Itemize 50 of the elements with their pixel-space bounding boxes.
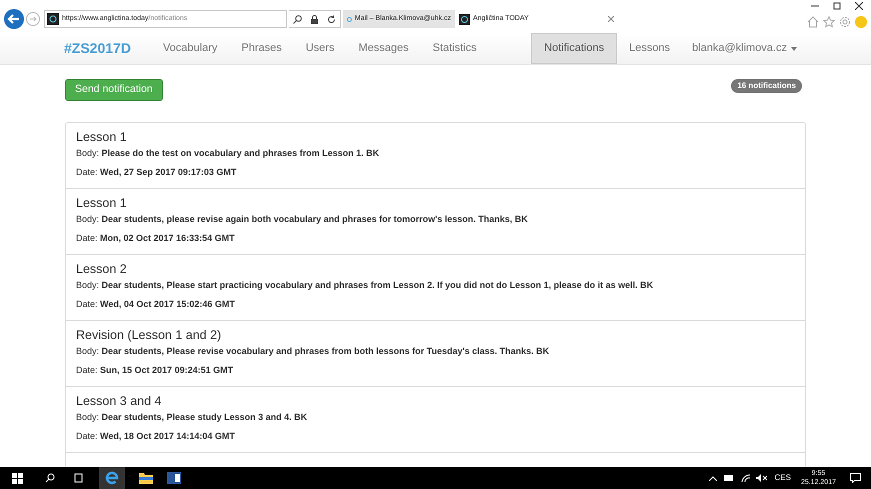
windows-start-icon[interactable] — [12, 472, 23, 484]
notification-body: Body: Dear students, Please start practicing vocabulary and phrases from Lesson 2. If you did not do Lesson 1, please do it as well. BK — [76, 279, 654, 291]
nav-link[interactable]: Notifications — [531, 33, 618, 64]
notification-date: Date: Sun, 15 Oct 2017 09:24:51 GMT — [76, 364, 234, 376]
battery-icon[interactable] — [724, 475, 734, 481]
notification-date: Date: Wed, 18 Oct 2017 14:14:04 GMT — [76, 430, 236, 442]
word-icon[interactable] — [167, 472, 181, 484]
lock-icon — [310, 14, 318, 24]
nav-link[interactable]: Lessons — [617, 33, 682, 64]
restore-icon[interactable] — [833, 2, 841, 10]
wifi-icon[interactable] — [740, 474, 750, 482]
notification-body: Body: Dear students, Please revise vocabulary and phrases from both lessons for Tuesday's class. Thanks. BK — [76, 345, 550, 357]
back-icon[interactable] — [4, 9, 24, 29]
input-language[interactable]: CES — [774, 472, 791, 484]
notification-body: Body: Please do the test on vocabulary and phrases from Lesson 1. BK — [76, 147, 380, 159]
nav-link[interactable]: Messages — [346, 33, 421, 64]
notification-center-icon[interactable] — [850, 473, 861, 483]
speaker-muted-icon[interactable] — [756, 474, 766, 482]
nav-link[interactable]: Statistics — [420, 33, 489, 64]
search-icon[interactable] — [293, 14, 302, 24]
chevron-up-icon[interactable] — [708, 476, 716, 480]
site-icon — [459, 14, 470, 24]
send-notification-button[interactable]: Send notification — [65, 79, 163, 101]
brand-link[interactable]: #ZS2017D — [64, 33, 131, 64]
count-badge: 16 notifications — [731, 79, 802, 93]
star-icon[interactable] — [823, 16, 835, 28]
notification-date: Date: Mon, 02 Oct 2017 16:33:54 GMT — [76, 232, 236, 244]
nav-link[interactable]: Vocabulary — [150, 33, 230, 64]
notification-date: Date: Wed, 04 Oct 2017 15:02:46 GMT — [76, 298, 236, 310]
caret-icon — [791, 46, 797, 50]
notification-body: Body: Dear students, Please study Lesson 3 and 4. BK — [76, 411, 308, 423]
notification-title: Lesson 3 and 4 — [76, 393, 162, 409]
folder-icon[interactable] — [139, 472, 153, 484]
notification-title: Lesson 2 — [76, 261, 128, 277]
refresh-icon[interactable] — [326, 14, 336, 24]
browser-taskbar-button[interactable] — [99, 467, 125, 489]
notification-body: Body: Dear students, please revise again both vocabulary and phrases for tomorrow's lesson. Thanks, BK — [76, 213, 529, 225]
close-tab-icon[interactable] — [608, 16, 614, 22]
site-icon — [47, 13, 59, 25]
notification-title: Lesson 1 — [76, 195, 128, 211]
user-menu[interactable]: blanka@klimova.cz — [682, 33, 807, 64]
task-view-icon[interactable] — [73, 473, 84, 483]
notification-title: Lesson 1 — [76, 129, 128, 145]
address-controls[interactable] — [289, 10, 341, 28]
close-icon[interactable] — [855, 2, 863, 10]
notification-date: Date: Wed, 27 Sep 2017 09:17:03 GMT — [76, 166, 238, 178]
search-icon[interactable] — [45, 473, 55, 483]
notification-title: Revision (Lesson 1 and 2) — [76, 327, 222, 343]
nav-link[interactable]: Users — [294, 33, 346, 64]
nav-link[interactable]: Phrases — [229, 33, 294, 64]
